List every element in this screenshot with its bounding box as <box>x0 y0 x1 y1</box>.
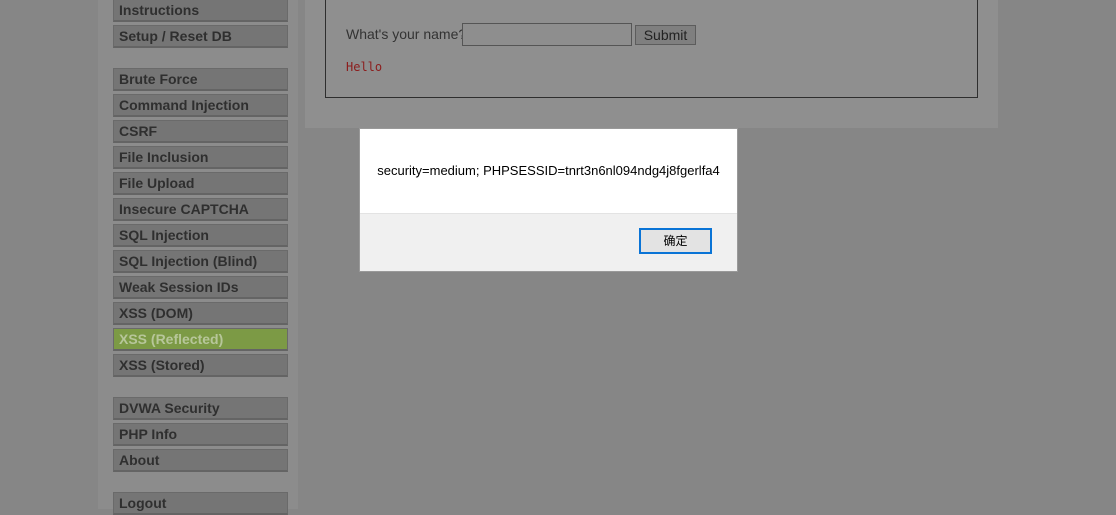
sidebar-item-file-upload[interactable]: File Upload <box>113 172 288 195</box>
sidebar-item-instructions[interactable]: Instructions <box>113 0 288 22</box>
sidebar-item-xss-stored[interactable]: XSS (Stored) <box>113 354 288 377</box>
sidebar-item-sql-injection-blind[interactable]: SQL Injection (Blind) <box>113 250 288 273</box>
sidebar-item-insecure-captcha[interactable]: Insecure CAPTCHA <box>113 198 288 221</box>
submit-button[interactable]: Submit <box>635 25 696 45</box>
ok-button[interactable]: 确定 <box>639 228 712 254</box>
sidebar-item-setup-reset-db[interactable]: Setup / Reset DB <box>113 25 288 48</box>
sidebar-item-brute-force[interactable]: Brute Force <box>113 68 288 91</box>
sidebar-item-php-info[interactable]: PHP Info <box>113 423 288 446</box>
main-content: What's your name? Submit Hello <box>305 0 998 128</box>
sidebar-item-xss-dom[interactable]: XSS (DOM) <box>113 302 288 325</box>
sidebar-item-xss-reflected[interactable]: XSS (Reflected) <box>113 328 288 351</box>
sidebar-item-dvwa-security[interactable]: DVWA Security <box>113 397 288 420</box>
sidebar-item-about[interactable]: About <box>113 449 288 472</box>
sidebar-item-logout[interactable]: Logout <box>113 492 288 515</box>
vulnerable-form-box: What's your name? Submit Hello <box>325 0 978 98</box>
sidebar-item-file-inclusion[interactable]: File Inclusion <box>113 146 288 169</box>
alert-message: security=medium; PHPSESSID=tnrt3n6nl094n… <box>377 163 720 178</box>
alert-footer: 确定 <box>360 213 737 271</box>
sidebar-item-csrf[interactable]: CSRF <box>113 120 288 143</box>
reflected-output: Hello <box>346 60 383 74</box>
sidebar-item-sql-injection[interactable]: SQL Injection <box>113 224 288 247</box>
alert-dialog: security=medium; PHPSESSID=tnrt3n6nl094n… <box>359 128 738 272</box>
sidebar-item-weak-session-ids[interactable]: Weak Session IDs <box>113 276 288 299</box>
name-input[interactable] <box>462 23 632 46</box>
name-label: What's your name? <box>346 26 467 42</box>
sidebar-item-command-injection[interactable]: Command Injection <box>113 94 288 117</box>
sidebar-menu: Instructions Setup / Reset DB Brute Force C… <box>98 0 298 515</box>
